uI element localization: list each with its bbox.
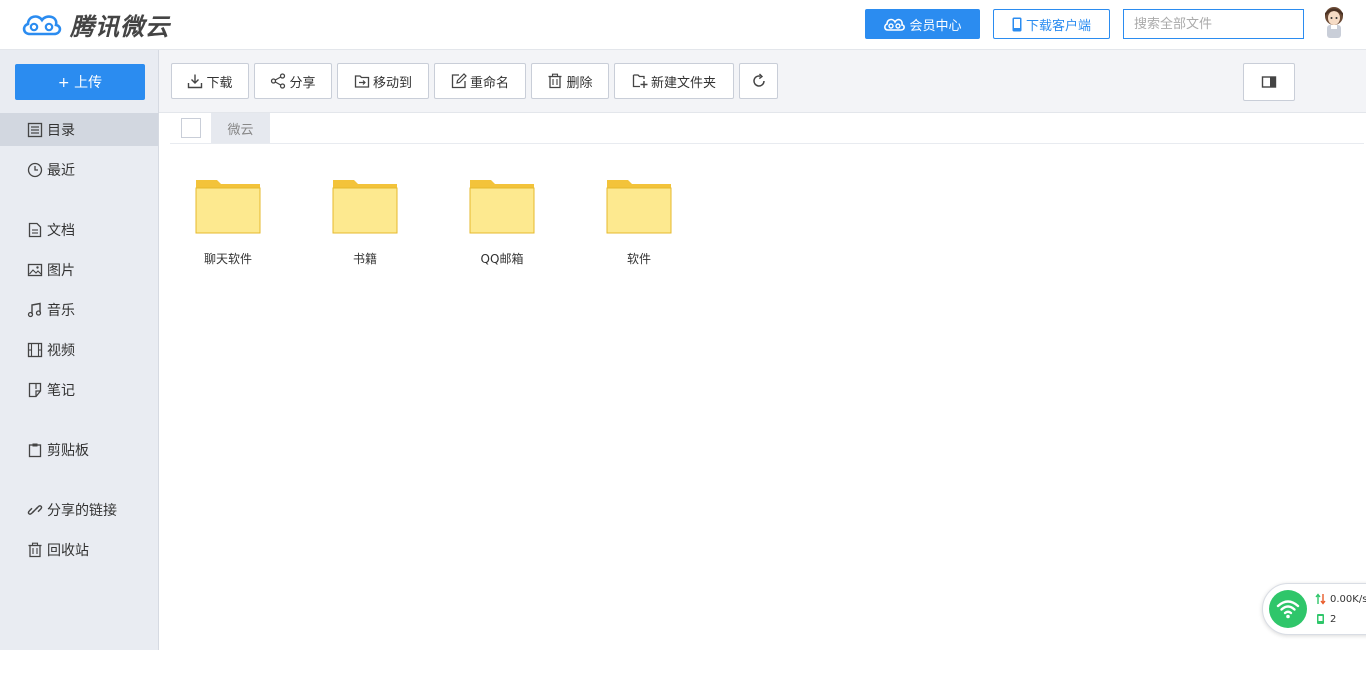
weiyun-logo[interactable]: 腾讯微云 [20, 8, 170, 41]
cloud-logo-icon [22, 15, 62, 36]
folder-item[interactable]: QQ邮箱 [447, 172, 557, 272]
sidebar-item-label: 笔记 [47, 382, 75, 399]
sidebar-item-recent[interactable]: 最近 [0, 153, 158, 186]
delete-button[interactable]: 删除 [531, 63, 609, 99]
speed-value: 0.00K/s [1330, 593, 1366, 605]
sidebar-item-label: 文档 [47, 222, 75, 239]
upload-button[interactable]: + 上传 [15, 64, 145, 100]
move-to-button[interactable]: 移动到 [337, 63, 429, 99]
sidebar-item-label: 最近 [47, 162, 75, 179]
folder-name: 书籍 [352, 252, 377, 266]
sidebar-item-label: 剪贴板 [47, 442, 89, 459]
sidebar-item-label: 图片 [47, 262, 75, 279]
download-button[interactable]: 下载 [171, 63, 249, 99]
new-folder-label: 新建文件夹 [650, 75, 716, 91]
download-client-button[interactable]: 下载客户端 [993, 9, 1110, 39]
folder-item[interactable]: 书籍 [310, 172, 420, 272]
rename-button[interactable]: 重命名 [434, 63, 526, 99]
sidebar-item-clipboard[interactable]: 剪贴板 [0, 433, 158, 466]
move-to-label: 移动到 [372, 75, 412, 91]
delete-label: 删除 [566, 75, 593, 91]
share-label: 分享 [289, 75, 316, 91]
up-down-arrow-icon [1315, 593, 1326, 605]
sidebar-item-images[interactable]: 图片 [0, 253, 158, 286]
link-icon [27, 504, 43, 515]
logo-text: 腾讯微云 [70, 12, 170, 41]
music-icon [27, 302, 42, 317]
panel-layout-icon [1261, 76, 1277, 88]
new-folder-icon [632, 74, 648, 88]
vip-label: 会员中心 [909, 18, 962, 34]
move-to-icon [354, 75, 370, 88]
folder-item[interactable]: 软件 [584, 172, 694, 272]
toggle-detail-panel-button[interactable] [1243, 63, 1295, 101]
sidebar-item-notes[interactable]: 笔记 [0, 373, 158, 406]
sidebar-item-directory[interactable]: 目录 [0, 113, 158, 146]
new-folder-button[interactable]: 新建文件夹 [614, 63, 734, 99]
download-label: 下载 [206, 75, 233, 91]
rename-label: 重命名 [469, 75, 509, 91]
trash-icon [28, 542, 42, 557]
folder-name: 软件 [626, 252, 651, 266]
folder-icon [332, 180, 398, 234]
phone-icon [1012, 17, 1022, 31]
sidebar-item-shared-links[interactable]: 分享的链接 [0, 493, 158, 526]
sidebar-item-recycle-bin[interactable]: 回收站 [0, 533, 158, 566]
clock-icon [27, 162, 43, 177]
folder-icon [606, 180, 672, 234]
device-icon [1317, 614, 1324, 624]
device-count: 2 [1315, 613, 1336, 625]
sidebar-item-label: 分享的链接 [47, 502, 117, 519]
video-icon [27, 342, 43, 357]
folder-item[interactable]: 聊天软件 [173, 172, 283, 272]
sidebar-item-videos[interactable]: 视频 [0, 333, 158, 366]
breadcrumb-root[interactable]: 微云 [211, 113, 270, 143]
vip-center-button[interactable]: 会员中心 [865, 9, 980, 39]
toolbar: 下载 分享 移动到 重命名 删除 新建文件夹 [159, 50, 1366, 113]
share-button[interactable]: 分享 [254, 63, 332, 99]
sidebar: + 上传 目录 最近 文档 图片 音乐 视频 笔记 剪贴板 分享的链接 回收站 [0, 50, 159, 650]
wifi-status [1269, 590, 1307, 628]
breadcrumb: 微云 [170, 113, 1364, 144]
network-speed: 0.00K/s [1315, 593, 1366, 605]
download-icon [188, 74, 203, 89]
directory-icon [27, 122, 43, 137]
sidebar-item-label: 音乐 [47, 302, 75, 319]
rename-icon [451, 73, 467, 89]
search-input[interactable] [1123, 9, 1304, 39]
select-all-checkbox[interactable] [181, 118, 201, 138]
refresh-button[interactable] [739, 63, 778, 99]
count-value: 2 [1330, 613, 1337, 625]
vip-cloud-icon [884, 18, 906, 31]
clipboard-icon [28, 443, 42, 457]
sidebar-item-music[interactable]: 音乐 [0, 293, 158, 326]
sidebar-item-label: 视频 [47, 342, 75, 359]
folder-name: 聊天软件 [203, 252, 252, 266]
note-icon [28, 382, 42, 397]
wifi-icon [1276, 600, 1300, 619]
folder-icon [469, 180, 535, 234]
image-icon [27, 263, 43, 276]
network-speed-widget[interactable]: 0.00K/s 2 [1262, 583, 1366, 635]
refresh-icon [752, 73, 765, 87]
client-label: 下载客户端 [1025, 18, 1091, 34]
folder-name: QQ邮箱 [480, 252, 524, 266]
delete-icon [548, 73, 562, 89]
sidebar-item-label: 回收站 [47, 542, 89, 559]
avatar[interactable] [1316, 4, 1352, 42]
document-icon [28, 222, 42, 237]
top-header: 腾讯微云 会员中心 下载客户端 [0, 0, 1366, 50]
sidebar-item-label: 目录 [47, 122, 75, 139]
sidebar-item-documents[interactable]: 文档 [0, 213, 158, 246]
share-icon [271, 73, 286, 89]
folder-icon [195, 180, 261, 234]
